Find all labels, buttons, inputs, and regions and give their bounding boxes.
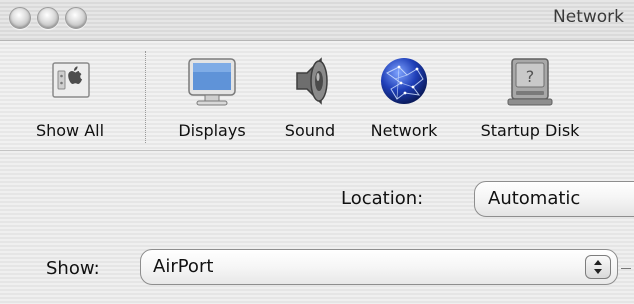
displays-icon [188,58,236,106]
title-bar[interactable]: Network [0,0,634,41]
up-down-arrows-icon [594,260,602,274]
close-window-button[interactable] [9,7,31,29]
show-popup-value: AirPort [153,256,214,277]
system-preferences-window: Network Show All Displays Sound Network … [0,0,634,304]
preferences-toolbar: Show All Displays Sound Network ? Startu… [0,41,634,151]
window-title: Network [553,7,624,27]
network-globe-icon [381,58,427,104]
minimize-window-button[interactable] [37,7,59,29]
sound-icon [296,57,328,105]
show-label: Show: [46,258,100,279]
toolbar-item-label: Displays [178,121,246,140]
toolbar-item-network[interactable]: Network [354,41,454,150]
toolbar-item-label: Show All [35,121,105,140]
location-label: Location: [341,188,424,209]
toolbar-item-displays[interactable]: Displays [160,41,264,150]
toolbar-item-label: Startup Disk [480,121,580,140]
show-popup[interactable]: AirPort [140,249,618,285]
location-popup[interactable]: Automatic [474,181,634,217]
svg-text:?: ? [526,67,535,86]
toolbar-separator [145,51,146,143]
toolbar-item-startup-disk[interactable]: ? Startup Disk [458,41,602,150]
startup-disk-icon: ? [507,58,553,106]
location-popup-value: Automatic [488,188,581,209]
toolbar-item-sound[interactable]: Sound [268,41,352,150]
popup-edge-line [621,268,631,269]
toolbar-item-show-all[interactable]: Show All [10,41,130,150]
popup-arrows-button[interactable] [585,255,611,279]
show-all-icon [52,62,90,98]
zoom-window-button[interactable] [65,7,87,29]
toolbar-item-label: Sound [284,121,336,140]
toolbar-item-label: Network [370,121,438,140]
network-pane: Location: Automatic Show: AirPort [0,151,634,304]
